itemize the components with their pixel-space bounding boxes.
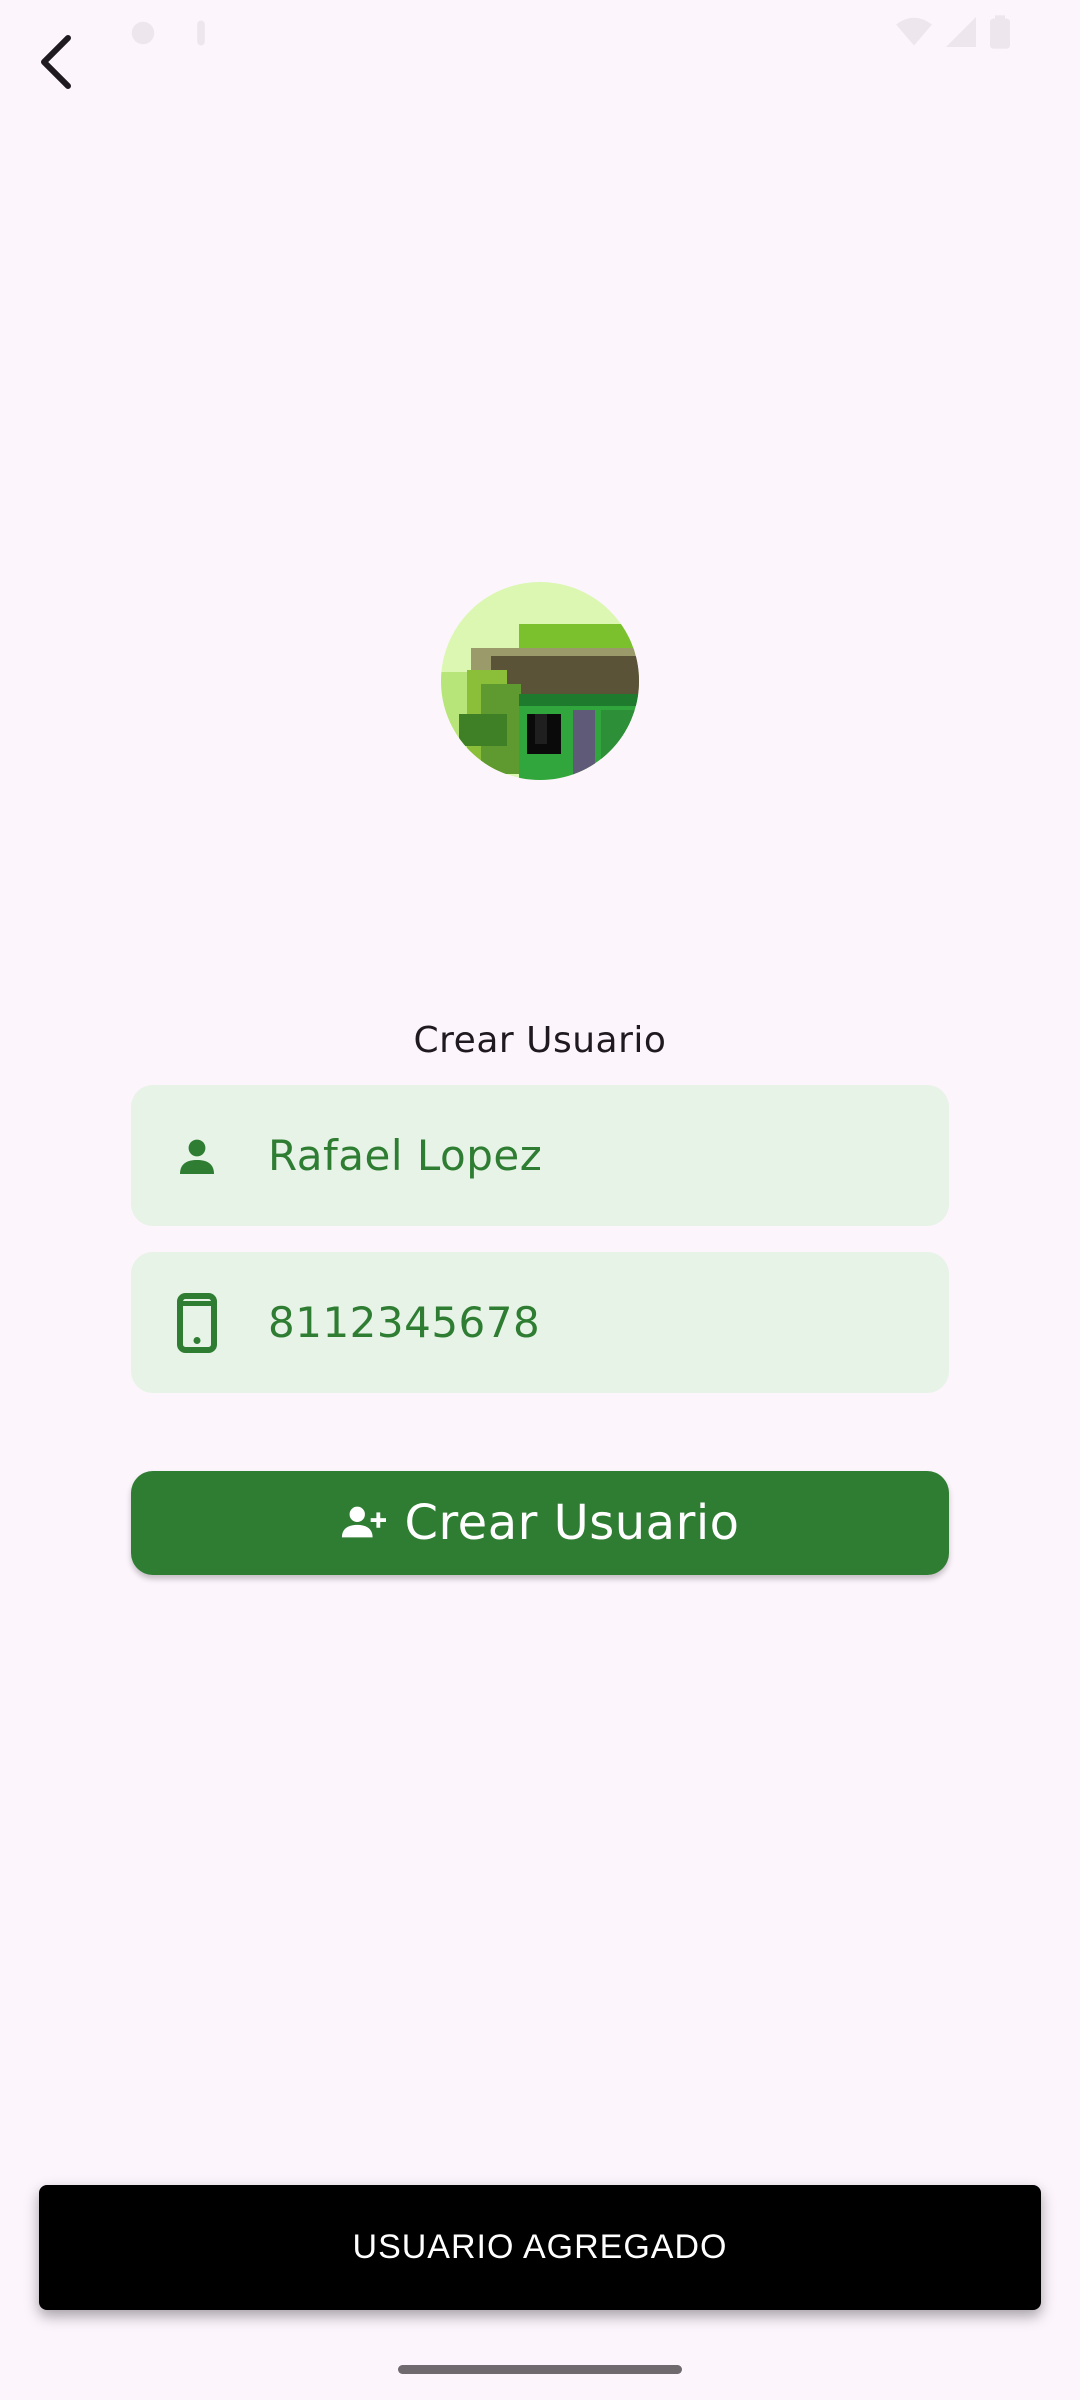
name-field[interactable] — [131, 1085, 949, 1226]
signal-icon — [946, 17, 976, 47]
form-title: Crear Usuario — [413, 1020, 667, 1061]
status-bar — [0, 0, 1080, 64]
status-indicators — [896, 14, 1010, 50]
back-arrow-icon — [41, 35, 71, 89]
create-user-button[interactable]: Crear Usuario — [131, 1471, 949, 1575]
phone-field[interactable] — [131, 1252, 949, 1393]
gesture-navigation-bar[interactable] — [398, 2365, 682, 2374]
avatar-image — [441, 582, 639, 780]
add-person-icon — [340, 1499, 387, 1548]
phone-input[interactable] — [268, 1252, 925, 1393]
snackbar: USUARIO AGREGADO — [39, 2185, 1041, 2310]
back-button[interactable] — [24, 30, 88, 94]
vpn-status-icon — [197, 20, 205, 46]
avatar — [441, 582, 639, 780]
phone-icon — [169, 1292, 225, 1353]
settings-status-icon — [131, 21, 155, 45]
snackbar-message: USUARIO AGREGADO — [352, 2228, 728, 2266]
battery-icon — [990, 15, 1010, 49]
person-icon — [169, 1128, 225, 1184]
name-input[interactable] — [268, 1085, 925, 1226]
wifi-icon — [896, 17, 932, 46]
create-user-button-label: Crear Usuario — [404, 1495, 740, 1551]
